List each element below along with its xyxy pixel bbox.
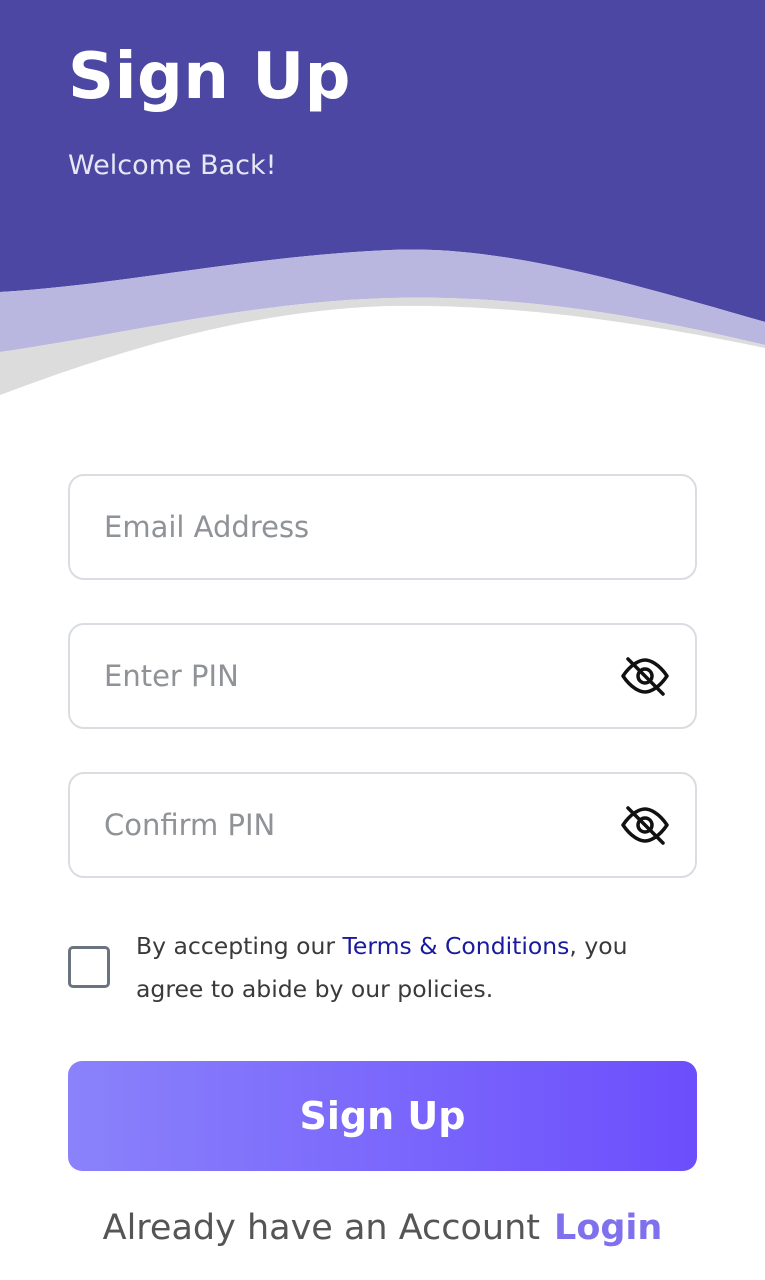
- footer: Already have an Account Login: [0, 1208, 765, 1258]
- email-input[interactable]: [104, 476, 604, 578]
- terms-conditions-link[interactable]: Terms & Conditions: [343, 932, 570, 960]
- eye-off-icon[interactable]: [619, 804, 671, 846]
- terms-checkbox[interactable]: [68, 946, 110, 988]
- page-subtitle: Welcome Back!: [68, 150, 277, 181]
- login-link[interactable]: Login: [554, 1208, 662, 1248]
- pin-input[interactable]: [104, 625, 604, 727]
- header-banner: Sign Up Welcome Back!: [0, 0, 765, 400]
- sign-up-button[interactable]: Sign Up: [68, 1061, 697, 1171]
- terms-prefix: By accepting our: [136, 932, 343, 960]
- eye-off-icon[interactable]: [619, 655, 671, 697]
- confirm-pin-field[interactable]: [68, 772, 697, 878]
- terms-row: By accepting our Terms & Conditions, you…: [68, 925, 697, 1015]
- page-title: Sign Up: [68, 40, 351, 114]
- confirm-pin-input[interactable]: [104, 774, 604, 876]
- login-prompt: Already have an Account: [102, 1208, 541, 1248]
- email-field[interactable]: [68, 474, 697, 580]
- pin-field[interactable]: [68, 623, 697, 729]
- terms-text: By accepting our Terms & Conditions, you…: [136, 925, 696, 1011]
